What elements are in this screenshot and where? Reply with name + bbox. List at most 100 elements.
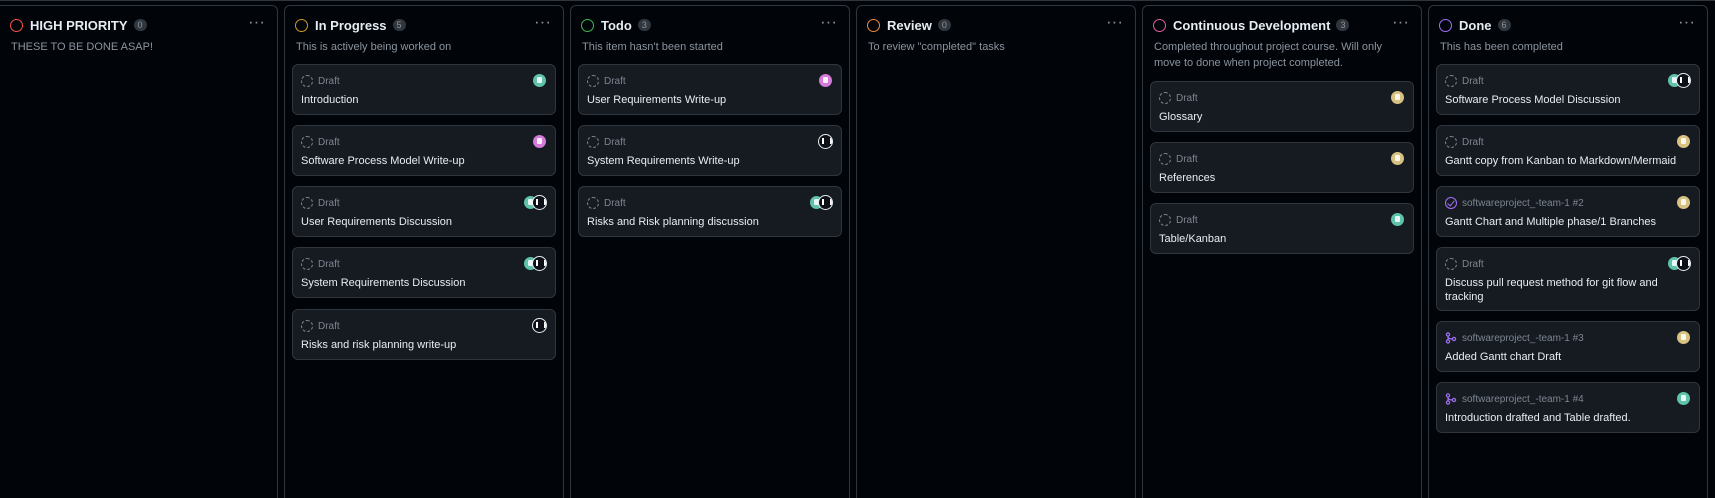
card-title[interactable]: User Requirements Discussion [301, 215, 543, 229]
status-circle-icon [581, 18, 594, 32]
merged-pr-icon [1445, 332, 1457, 344]
card-title[interactable]: Glossary [1159, 110, 1401, 124]
assignee-avatar[interactable] [818, 73, 833, 88]
more-options-icon[interactable]: ··· [820, 13, 837, 30]
item-count-badge: 5 [392, 19, 406, 31]
card-item[interactable]: Draft Table/Kanban [1150, 203, 1414, 254]
draft-icon [1445, 75, 1457, 87]
card-item[interactable]: softwareproject_-team-1 #2 Gantt Chart a… [1436, 186, 1700, 237]
card-title[interactable]: Added Gantt chart Draft [1445, 350, 1687, 364]
card-item[interactable]: Draft User Requirements Write-up [578, 64, 842, 115]
assignee-avatar[interactable] [818, 195, 833, 210]
assignee-avatar[interactable] [1676, 256, 1691, 271]
more-options-icon[interactable]: ··· [1392, 13, 1409, 30]
card-title[interactable]: System Requirements Write-up [587, 154, 829, 168]
card-title[interactable]: Gantt copy from Kanban to Markdown/Merma… [1445, 154, 1687, 168]
card-title[interactable]: Table/Kanban [1159, 232, 1401, 246]
more-options-icon[interactable]: ··· [1678, 13, 1695, 30]
repo-name[interactable]: softwareproject_-team-1 [1462, 394, 1570, 405]
draft-icon [1159, 214, 1171, 226]
status-circle-icon [867, 18, 880, 32]
assignee-avatar[interactable] [1676, 330, 1691, 345]
draft-label: Draft [318, 320, 340, 332]
assignee-avatar[interactable] [532, 134, 547, 149]
card-item[interactable]: Draft Software Process Model Write-up [292, 125, 556, 176]
card-item[interactable]: Draft System Requirements Write-up [578, 125, 842, 176]
card-item[interactable]: Draft Risks and risk planning write-up [292, 309, 556, 360]
draft-label: Draft [604, 197, 626, 209]
assignee-avatar[interactable] [1390, 212, 1405, 227]
assignee-avatar[interactable] [532, 256, 547, 271]
draft-label: Draft [604, 75, 626, 87]
card-item[interactable]: Draft References [1150, 142, 1414, 193]
assignee-avatar[interactable] [532, 318, 547, 333]
merged-pr-icon [1445, 393, 1457, 405]
column-review: Review 0 ··· To review "completed" tasks [856, 5, 1136, 498]
repo-name[interactable]: softwareproject_-team-1 [1462, 198, 1570, 209]
column-title: HIGH PRIORITY [30, 17, 128, 33]
card-item[interactable]: Draft User Requirements Discussion [292, 186, 556, 237]
item-count-badge: 3 [1336, 19, 1350, 31]
assignee-avatar[interactable] [1676, 391, 1691, 406]
draft-label: Draft [604, 136, 626, 148]
repo-name[interactable]: softwareproject_-team-1 [1462, 333, 1570, 344]
card-title[interactable]: Software Process Model Write-up [301, 154, 543, 168]
item-count-badge: 0 [937, 19, 951, 31]
card-title[interactable]: References [1159, 171, 1401, 185]
closed-issue-icon [1445, 197, 1457, 209]
card-item[interactable]: softwareproject_-team-1 #4 Introduction … [1436, 382, 1700, 433]
assignee-avatar[interactable] [1390, 151, 1405, 166]
card-item[interactable]: softwareproject_-team-1 #3 Added Gantt c… [1436, 321, 1700, 372]
issue-number[interactable]: #2 [1573, 198, 1584, 209]
column-description: To review "completed" tasks [868, 41, 1005, 53]
draft-icon [301, 320, 313, 332]
card-title[interactable]: Gantt Chart and Multiple phase/1 Branche… [1445, 215, 1687, 229]
draft-label: Draft [318, 258, 340, 270]
column-header: Continuous Development 3 ··· [1153, 13, 1411, 35]
column-header: Done 6 ··· [1439, 13, 1697, 35]
assignee-avatar[interactable] [1676, 73, 1691, 88]
card-title[interactable]: System Requirements Discussion [301, 276, 543, 290]
card-title[interactable]: Risks and risk planning write-up [301, 338, 543, 352]
column-continuous-development: Continuous Development 3 ··· Completed t… [1142, 5, 1422, 498]
item-count-badge: 0 [133, 19, 147, 31]
more-options-icon[interactable]: ··· [534, 13, 551, 30]
more-options-icon[interactable]: ··· [1106, 13, 1123, 30]
card-item[interactable]: Draft Gantt copy from Kanban to Markdown… [1436, 125, 1700, 176]
column-title: Todo [601, 17, 632, 33]
card-item[interactable]: Draft Glossary [1150, 81, 1414, 132]
draft-label: Draft [318, 75, 340, 87]
assignee-avatar[interactable] [1676, 195, 1691, 210]
card-title[interactable]: Introduction [301, 93, 543, 107]
card-title[interactable]: Introduction drafted and Table drafted. [1445, 411, 1687, 425]
assignee-avatar[interactable] [532, 195, 547, 210]
column-header: Review 0 ··· [867, 13, 1125, 35]
card-title[interactable]: Software Process Model Discussion [1445, 93, 1687, 107]
column-title: Continuous Development [1173, 17, 1331, 33]
draft-icon [1159, 92, 1171, 104]
card-title[interactable]: Risks and Risk planning discussion [587, 215, 829, 229]
draft-icon [301, 75, 313, 87]
assignee-avatar[interactable] [1390, 90, 1405, 105]
assignee-avatar[interactable] [818, 134, 833, 149]
column-title: Done [1459, 17, 1492, 33]
assignee-avatar[interactable] [1676, 134, 1691, 149]
card-title[interactable]: User Requirements Write-up [587, 93, 829, 107]
column-title: Review [887, 17, 932, 33]
draft-label: Draft [1176, 214, 1198, 226]
draft-label: Draft [1462, 75, 1484, 87]
more-options-icon[interactable]: ··· [248, 13, 265, 30]
item-count-badge: 6 [1497, 19, 1511, 31]
draft-label: Draft [1462, 258, 1484, 270]
status-circle-icon [295, 18, 308, 32]
card-item[interactable]: Draft System Requirements Discussion [292, 247, 556, 298]
assignee-avatar[interactable] [532, 73, 547, 88]
card-item[interactable]: Draft Introduction [292, 64, 556, 115]
pr-number[interactable]: #4 [1573, 394, 1584, 405]
card-title[interactable]: Discuss pull request method for git flow… [1445, 276, 1687, 304]
column-in-progress: In Progress 5 ··· This is actively being… [284, 5, 564, 498]
card-item[interactable]: Draft Discuss pull request method for gi… [1436, 247, 1700, 311]
card-item[interactable]: Draft Risks and Risk planning discussion [578, 186, 842, 237]
card-item[interactable]: Draft Software Process Model Discussion [1436, 64, 1700, 115]
pr-number[interactable]: #3 [1573, 333, 1584, 344]
